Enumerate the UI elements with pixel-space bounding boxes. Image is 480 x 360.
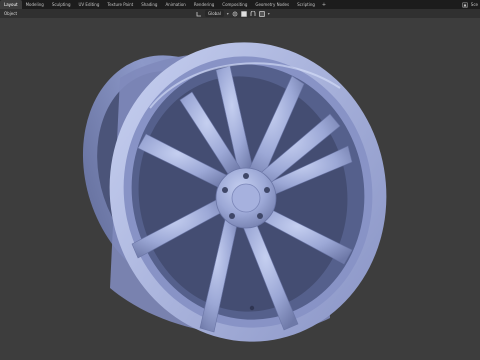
viewport-header: Object Global ▾ ▾ [0, 9, 480, 18]
tab-rendering[interactable]: Rendering [190, 0, 218, 9]
tab-animation[interactable]: Animation [161, 0, 189, 9]
tab-modeling[interactable]: Modeling [22, 0, 48, 9]
tab-texture-paint[interactable]: Texture Paint [103, 0, 137, 9]
wheel-rim-render [82, 42, 387, 342]
transform-orientation-icon [196, 11, 201, 16]
add-workspace-button[interactable]: + [319, 2, 329, 8]
tab-sculpting[interactable]: Sculpting [48, 0, 75, 9]
object-mode-selector[interactable]: Object [0, 11, 17, 16]
tab-layout[interactable]: Layout [0, 0, 22, 9]
3d-viewport[interactable] [0, 18, 480, 360]
pivot-point-icon[interactable] [232, 11, 238, 17]
scene-icon [461, 1, 468, 8]
tab-compositing[interactable]: Compositing [218, 0, 251, 9]
proportional-editing-toggle[interactable] [258, 10, 265, 17]
snap-icon[interactable] [250, 10, 256, 17]
snap-toggle[interactable] [240, 10, 247, 17]
scene-label: Sce [470, 2, 478, 7]
tab-uv-editing[interactable]: UV Editing [75, 0, 104, 9]
transform-orientation-dropdown[interactable]: Global [205, 10, 224, 17]
workspace-tab-bar: Layout Modeling Sculpting UV Editing Tex… [0, 0, 480, 9]
tab-geometry-nodes[interactable]: Geometry Nodes [251, 0, 293, 9]
tab-shading[interactable]: Shading [137, 0, 161, 9]
scene-selector[interactable]: Sce [461, 0, 480, 9]
tab-scripting[interactable]: Scripting [293, 0, 319, 9]
chevron-down-icon[interactable]: ▾ [268, 11, 270, 16]
transform-tools: Global ▾ ▾ [196, 9, 270, 18]
valve-hole [249, 305, 255, 311]
chevron-down-icon[interactable]: ▾ [227, 11, 229, 16]
